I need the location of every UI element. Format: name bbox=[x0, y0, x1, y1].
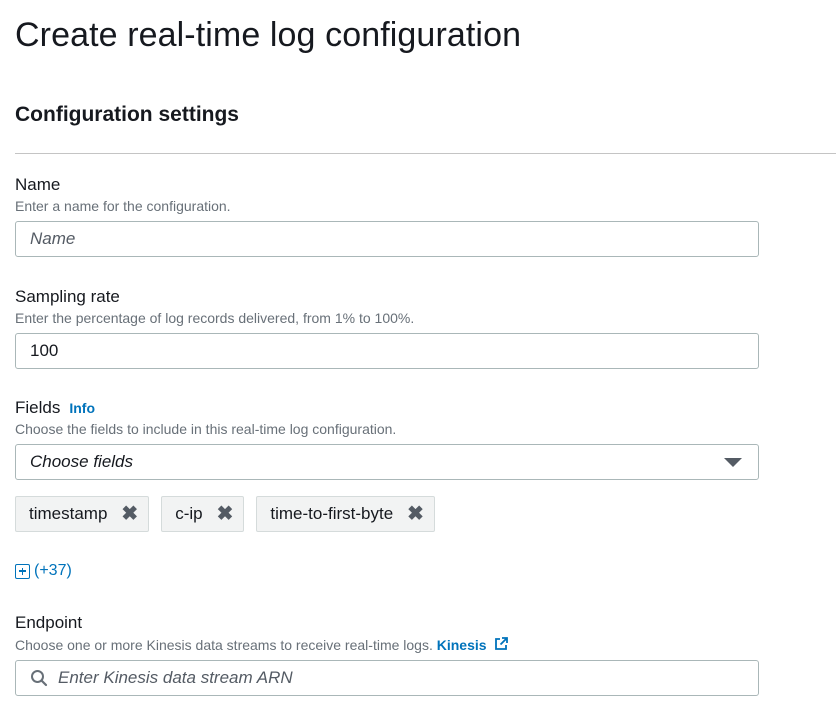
fields-info-link[interactable]: Info bbox=[69, 400, 95, 416]
show-more-fields-button[interactable]: (+37) bbox=[15, 562, 72, 580]
search-icon bbox=[30, 669, 48, 687]
endpoint-description-row: Choose one or more Kinesis data streams … bbox=[15, 636, 759, 653]
endpoint-arn-input[interactable] bbox=[58, 668, 744, 688]
endpoint-field-group: Endpoint Choose one or more Kinesis data… bbox=[15, 613, 759, 696]
endpoint-search-box[interactable] bbox=[15, 660, 759, 696]
section-title: Configuration settings bbox=[15, 103, 239, 126]
show-more-label: (+37) bbox=[34, 562, 72, 579]
token-c-ip: c-ip ✖ bbox=[161, 496, 245, 532]
fields-select[interactable]: Choose fields bbox=[15, 444, 759, 480]
selected-fields-tokens: timestamp ✖ c-ip ✖ time-to-first-byte ✖ bbox=[15, 496, 435, 532]
kinesis-link[interactable]: Kinesis bbox=[437, 637, 510, 653]
name-input-box[interactable] bbox=[15, 221, 759, 257]
fields-label: Fields bbox=[15, 398, 61, 417]
sampling-description: Enter the percentage of log records deli… bbox=[15, 310, 415, 326]
token-label: time-to-first-byte bbox=[270, 504, 394, 523]
caret-down-icon bbox=[724, 457, 742, 467]
token-timestamp: timestamp ✖ bbox=[15, 496, 150, 532]
close-icon[interactable]: ✖ bbox=[217, 504, 234, 524]
close-icon[interactable]: ✖ bbox=[121, 504, 138, 524]
fields-description: Choose the fields to include in this rea… bbox=[15, 421, 397, 437]
sampling-rate-input[interactable] bbox=[30, 341, 744, 361]
external-link-icon bbox=[495, 637, 509, 650]
fields-select-placeholder: Choose fields bbox=[30, 452, 134, 471]
name-field-group: Name Enter a name for the configuration. bbox=[15, 175, 759, 257]
token-label: timestamp bbox=[29, 504, 108, 523]
endpoint-label: Endpoint bbox=[15, 613, 83, 632]
page-title: Create real-time log configuration bbox=[15, 16, 522, 54]
sampling-field-group: Sampling rate Enter the percentage of lo… bbox=[15, 287, 759, 369]
section-divider bbox=[15, 153, 836, 154]
name-description: Enter a name for the configuration. bbox=[15, 198, 231, 214]
token-time-to-first-byte: time-to-first-byte ✖ bbox=[256, 496, 435, 532]
kinesis-link-label: Kinesis bbox=[436, 637, 487, 653]
fields-label-row: Fields Info bbox=[15, 398, 759, 418]
name-label: Name bbox=[15, 175, 61, 194]
token-label: c-ip bbox=[175, 504, 203, 523]
name-input[interactable] bbox=[30, 229, 744, 249]
close-icon[interactable]: ✖ bbox=[407, 504, 424, 524]
endpoint-description: Choose one or more Kinesis data streams … bbox=[15, 637, 433, 653]
plus-square-icon bbox=[15, 563, 30, 579]
sampling-label: Sampling rate bbox=[15, 287, 120, 306]
sampling-input-box[interactable] bbox=[15, 333, 759, 369]
fields-field-group: Fields Info Choose the fields to include … bbox=[15, 398, 759, 480]
